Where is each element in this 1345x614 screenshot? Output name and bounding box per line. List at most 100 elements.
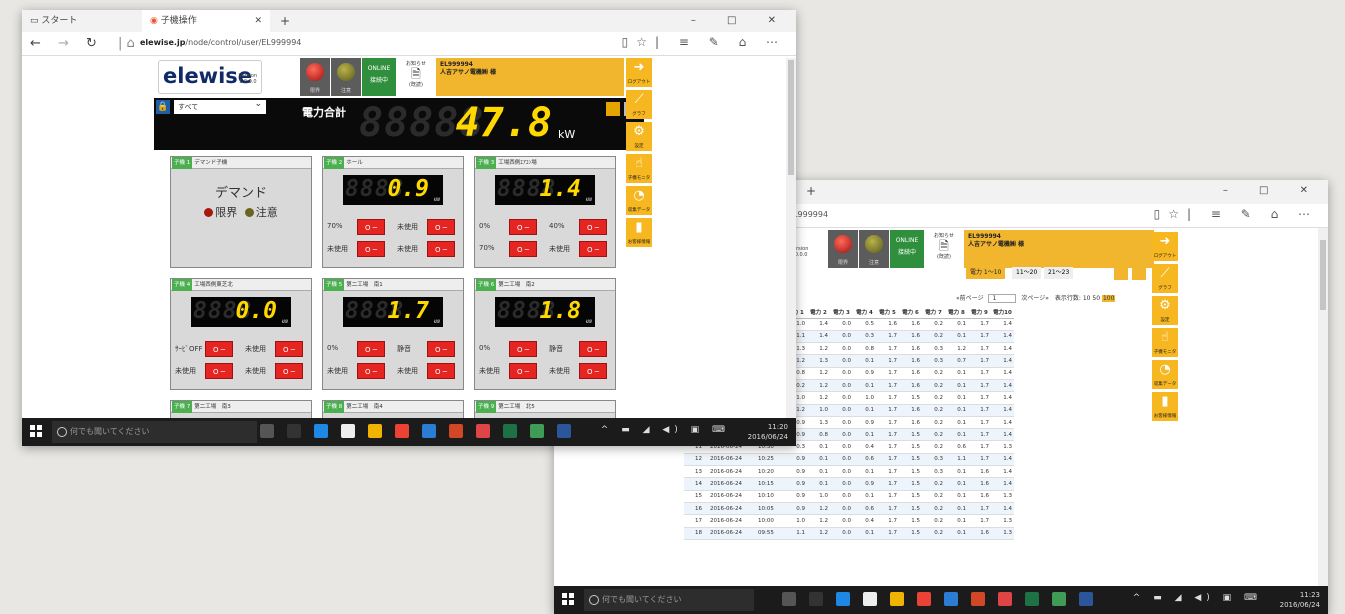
column-header[interactable]: 電力10 [991, 306, 1014, 319]
relay-switch[interactable]: O ─ [509, 241, 537, 257]
menu-gear[interactable]: ⚙ 設定 [626, 122, 652, 151]
store-icon[interactable] [341, 424, 355, 438]
taskbar-search[interactable]: 何でも聞いてください [52, 421, 257, 443]
window-controls[interactable]: – □ ✕ [691, 10, 790, 32]
relay-switch[interactable]: O ─ [357, 241, 385, 257]
task-view-icon[interactable] [809, 592, 823, 606]
column-header[interactable]: 電力 2 [807, 306, 830, 319]
url-text[interactable]: elewise.jp/node/control/user/EL999994 [140, 38, 301, 47]
menu-customer-info[interactable]: ▮ お客様情報 [626, 218, 652, 247]
column-header[interactable]: 電力 6 [899, 306, 922, 319]
page-select[interactable]: 1 [988, 294, 1017, 303]
column-header[interactable]: 電力 4 [853, 306, 876, 319]
powerpoint-icon[interactable] [449, 424, 463, 438]
new-tab-button[interactable]: + [798, 180, 816, 202]
prev-page-link[interactable]: «前ページ [956, 295, 984, 302]
store-icon[interactable] [863, 592, 877, 606]
mic-icon[interactable] [782, 592, 796, 606]
system-tray[interactable]: ^ ▬ ◢ ◀) ▣ ⌨ 11:23 2016/06/24 [1133, 590, 1320, 610]
page-tab-3[interactable]: 21〜23 [1044, 267, 1074, 279]
system-tray[interactable]: ^ ▬ ◢ ◀) ▣ ⌨ 11:20 2016/06/24 [601, 422, 788, 442]
app-icon[interactable] [476, 424, 490, 438]
relay-switch[interactable]: O ─ [427, 219, 455, 235]
relay-switch[interactable]: O ─ [427, 363, 455, 379]
chart-small-icon[interactable] [1132, 266, 1146, 280]
column-header[interactable]: 電力 7 [922, 306, 945, 319]
project-icon[interactable] [530, 424, 544, 438]
taskbar-search[interactable]: 何でも聞いてください [584, 589, 754, 611]
notice-button[interactable]: お知らせ 🗎 (既読) [926, 230, 962, 268]
relay-switch[interactable]: O ─ [509, 341, 537, 357]
page-tab-2[interactable]: 11〜20 [1012, 267, 1042, 279]
group-select[interactable]: すべて [174, 97, 266, 114]
menu-logout-arrow[interactable]: ➜ ログアウト [1152, 232, 1178, 261]
menu-gear[interactable]: ⚙ 設定 [1152, 296, 1178, 325]
scrollbar[interactable] [786, 58, 796, 418]
chrome-icon[interactable] [395, 424, 409, 438]
tab-control[interactable]: ◉ 子機操作 ✕ [142, 10, 270, 32]
relay-switch[interactable]: O ─ [275, 341, 303, 357]
relay-switch[interactable]: O ─ [579, 341, 607, 357]
excel-icon[interactable] [503, 424, 517, 438]
excel-icon[interactable] [1025, 592, 1039, 606]
download-icon[interactable] [1114, 266, 1128, 280]
relay-switch[interactable]: O ─ [509, 363, 537, 379]
menu-graph[interactable]: ⟋ グラフ [1152, 264, 1178, 293]
next-page-link[interactable]: 次ページ» [1021, 295, 1049, 302]
relay-switch[interactable]: O ─ [205, 363, 233, 379]
browser-tools[interactable]: ▯☆| ≡ ✎ ⌂ ⋯ [1154, 207, 1318, 221]
forward-icon[interactable]: → [58, 36, 69, 51]
browser-tools[interactable]: ▯☆| ≡ ✎ ⌂ ⋯ [622, 35, 786, 49]
column-header[interactable]: 電力 8 [945, 306, 968, 319]
relay-switch[interactable]: O ─ [579, 219, 607, 235]
menu-graph[interactable]: ⟋ グラフ [626, 90, 652, 119]
download-icon[interactable] [606, 102, 620, 116]
outlook-icon[interactable] [944, 592, 958, 606]
window-controls[interactable]: – □ ✕ [1223, 180, 1322, 202]
relay-switch[interactable]: O ─ [427, 341, 455, 357]
taskbar-apps[interactable] [260, 424, 584, 440]
explorer-icon[interactable] [890, 592, 904, 606]
app-icon[interactable] [998, 592, 1012, 606]
relay-switch[interactable]: O ─ [357, 363, 385, 379]
relay-switch[interactable]: O ─ [579, 241, 607, 257]
relay-switch[interactable]: O ─ [205, 341, 233, 357]
chrome-icon[interactable] [917, 592, 931, 606]
column-header[interactable]: 電力 9 [968, 306, 991, 319]
mic-icon[interactable] [260, 424, 274, 438]
menu-hand-monitor[interactable]: ☝ 子機モニタ [1152, 328, 1178, 357]
relay-switch[interactable]: O ─ [579, 363, 607, 379]
explorer-icon[interactable] [368, 424, 382, 438]
taskbar-apps[interactable] [782, 592, 1106, 608]
outlook-icon[interactable] [422, 424, 436, 438]
relay-switch[interactable]: O ─ [427, 241, 455, 257]
rows-option-100[interactable]: 100 [1101, 295, 1116, 302]
lock-icon[interactable]: 🔒 [156, 100, 170, 114]
relay-switch[interactable]: O ─ [357, 219, 385, 235]
column-header[interactable]: 電力 3 [830, 306, 853, 319]
menu-fan-data[interactable]: ◔ 収集データ [626, 186, 652, 215]
edge-icon[interactable] [314, 424, 328, 438]
project-icon[interactable] [1052, 592, 1066, 606]
powerpoint-icon[interactable] [971, 592, 985, 606]
column-header[interactable]: 電力 5 [876, 306, 899, 319]
word-icon[interactable] [557, 424, 571, 438]
scrollbar[interactable] [1318, 228, 1328, 586]
notice-button[interactable]: お知らせ 🗎 (既読) [398, 58, 434, 96]
menu-fan-data[interactable]: ◔ 収集データ [1152, 360, 1178, 389]
start-button[interactable] [30, 425, 42, 437]
close-tab-icon[interactable]: ✕ [254, 10, 262, 32]
menu-hand-monitor[interactable]: ☝ 子機モニタ [626, 154, 652, 183]
start-button[interactable] [562, 593, 574, 605]
relay-switch[interactable]: O ─ [509, 219, 537, 235]
menu-customer-info[interactable]: ▮ お客様情報 [1152, 392, 1178, 421]
refresh-icon[interactable]: ↻ [86, 36, 97, 51]
task-view-icon[interactable] [287, 424, 301, 438]
new-tab-button[interactable]: + [272, 10, 290, 32]
tab-start[interactable]: ▭ スタート [22, 10, 142, 32]
back-icon[interactable]: ← [30, 36, 41, 51]
relay-switch[interactable]: O ─ [275, 363, 303, 379]
relay-switch[interactable]: O ─ [357, 341, 385, 357]
menu-logout-arrow[interactable]: ➜ ログアウト [626, 58, 652, 87]
rows-option-10[interactable]: 10 [1083, 295, 1091, 302]
